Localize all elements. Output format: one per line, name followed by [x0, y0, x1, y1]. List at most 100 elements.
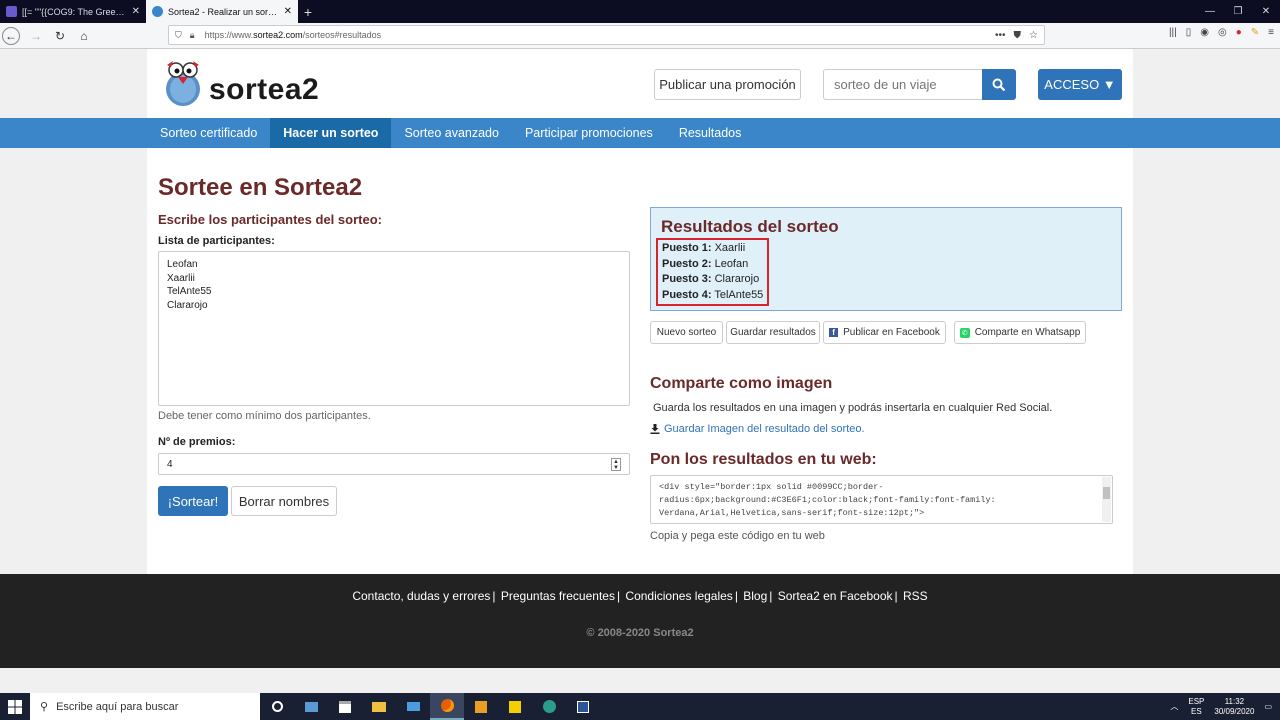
compartir-whatsapp-button[interactable]: ✆ Comparte en Whatsapp	[954, 321, 1086, 344]
tab-close-icon[interactable]: ✕	[284, 6, 292, 17]
participants-hint: Debe tener como mínimo dos participantes…	[158, 410, 371, 422]
library-icon[interactable]: |||	[1169, 27, 1177, 38]
account-icon[interactable]: ◉	[1200, 27, 1209, 38]
extension2-icon[interactable]: ✎	[1251, 27, 1259, 38]
browser-tab-1[interactable]: [[= ""{{COG9: The Green Card F ✕	[0, 0, 146, 23]
taskbar-search-placeholder: Escribe aquí para buscar	[56, 700, 179, 713]
cortana-icon[interactable]	[260, 693, 294, 720]
result-item: Puesto 4: TelAnte55	[662, 288, 764, 301]
edge-icon[interactable]	[532, 693, 566, 720]
os-taskbar: ⚲ Escribe aquí para buscar ︿ ESP ES 11:32…	[0, 693, 1280, 720]
shield-icon[interactable]: ⛉	[175, 30, 182, 41]
toolbar-icons: ||| ▯ ◉ ◎ ● ✎ ≡	[1169, 27, 1274, 38]
guardar-resultados-button[interactable]: Guardar resultados	[726, 321, 820, 344]
lock-icon[interactable]: 🔒︎	[190, 30, 195, 41]
reload-icon[interactable]: ↻	[48, 29, 72, 43]
site-footer: Contacto, dudas y errores | Preguntas fre…	[0, 574, 1280, 668]
acceso-button[interactable]: ACCESO ▼	[1038, 69, 1122, 100]
search-input[interactable]	[823, 69, 982, 100]
forward-icon[interactable]: →	[24, 29, 48, 43]
publicar-facebook-label: Publicar en Facebook	[843, 327, 940, 338]
facebook-icon: f	[829, 328, 839, 337]
nuevo-sorteo-button[interactable]: Nuevo sorteo	[650, 321, 723, 344]
nav-participar-promociones[interactable]: Participar promociones	[512, 118, 666, 148]
tab-close-icon[interactable]: ✕	[132, 6, 140, 17]
main-nav: Sorteo certificado Hacer un sorteo Sorte…	[0, 118, 1280, 148]
share-image-text: Guarda los resultados en una imagen y po…	[653, 402, 1053, 414]
result-item: Puesto 1: Xaarlii	[662, 242, 746, 254]
language-indicator[interactable]: ESP ES	[1188, 697, 1204, 717]
adblock-icon[interactable]: ●	[1236, 27, 1242, 38]
pocket-icon[interactable]: ⛊	[1014, 30, 1022, 41]
footer-link-contacto[interactable]: Contacto, dudas y errores	[352, 589, 490, 603]
extension-icon[interactable]: ◎	[1218, 27, 1227, 38]
results-title: Resultados del sorteo	[661, 217, 839, 236]
footer-link-blog[interactable]: Blog	[743, 589, 767, 603]
tab-favicon-icon	[6, 6, 17, 17]
maximize-icon[interactable]: ❐	[1224, 0, 1252, 23]
audio-app-icon[interactable]	[498, 693, 532, 720]
premios-label: Nº de premios:	[158, 436, 236, 448]
close-window-icon[interactable]: ✕	[1252, 0, 1280, 23]
nav-sorteo-certificado[interactable]: Sorteo certificado	[147, 118, 270, 148]
sidebar-icon[interactable]: ▯	[1186, 27, 1192, 38]
tab-favicon-icon	[152, 6, 163, 17]
nav-hacer-un-sorteo[interactable]: Hacer un sorteo	[270, 118, 392, 148]
footer-link-preguntas[interactable]: Preguntas frecuentes	[501, 589, 615, 603]
logo-bird-icon	[159, 57, 207, 107]
footer-links: Contacto, dudas y errores | Preguntas fre…	[352, 589, 928, 603]
store-icon[interactable]	[328, 693, 362, 720]
url-bar[interactable]: ⛉ 🔒︎ https://www.sortea2.com/sorteos#res…	[168, 25, 1045, 45]
home-icon[interactable]: ⌂	[72, 29, 96, 43]
clock[interactable]: 11:32 30/09/2020	[1214, 697, 1254, 717]
nav-resultados[interactable]: Resultados	[666, 118, 755, 148]
windows-start-icon[interactable]	[0, 693, 30, 720]
publish-promotion-button[interactable]: Publicar una promoción	[654, 69, 801, 100]
participants-textarea[interactable]: Leofan Xaarlii TelAnte55 Clararojo	[158, 251, 630, 406]
firefox-icon[interactable]	[430, 693, 464, 720]
embed-code-textarea[interactable]: <div style="border:1px solid #0099CC;bor…	[650, 475, 1113, 524]
word-icon[interactable]	[566, 693, 600, 720]
code-scrollbar[interactable]	[1102, 477, 1111, 522]
search-button[interactable]	[982, 69, 1016, 100]
file-explorer-icon[interactable]	[362, 693, 396, 720]
tab-label: Sortea2 - Realizar un sorteo	[168, 6, 279, 17]
system-tray: ︿ ESP ES 11:32 30/09/2020 ▭	[1170, 697, 1280, 717]
download-image-link[interactable]: Guardar Imagen del resultado del sorteo.	[650, 423, 865, 435]
media-app-icon[interactable]	[464, 693, 498, 720]
publicar-facebook-button[interactable]: f Publicar en Facebook	[823, 321, 946, 344]
more-icon[interactable]: •••	[995, 30, 1006, 41]
search-icon	[992, 78, 1006, 91]
premios-input[interactable]: 4 ▲ ▼	[158, 453, 630, 475]
form-subtitle: Escribe los participantes del sorteo:	[158, 212, 382, 227]
results-panel: Resultados del sorteo Puesto 1: Xaarlii …	[650, 207, 1122, 311]
back-icon[interactable]: ←	[2, 26, 20, 45]
notification-icon[interactable]: ▭	[1264, 702, 1272, 711]
number-spinner-icon[interactable]: ▲ ▼	[611, 458, 621, 471]
embed-code: <div style="border:1px solid #0099CC;bor…	[659, 482, 996, 518]
browser-navbar: ← → ↻ ⌂ ⛉ 🔒︎ https://www.sortea2.com/sor…	[0, 23, 1280, 49]
menu-icon[interactable]: ≡	[1268, 27, 1274, 38]
share-image-title: Comparte como imagen	[650, 375, 833, 392]
browser-tabbar: [[= ""{{COG9: The Green Card F ✕ Sortea2…	[0, 0, 1280, 23]
copyright: © 2008-2020 Sortea2	[586, 627, 694, 639]
footer-link-rss[interactable]: RSS	[903, 589, 928, 603]
footer-link-facebook[interactable]: Sortea2 en Facebook	[778, 589, 893, 603]
embed-hint: Copia y pega este código en tu web	[650, 530, 825, 542]
download-icon	[650, 424, 660, 434]
minimize-icon[interactable]: —	[1196, 0, 1224, 23]
site-logo[interactable]: sortea2	[159, 57, 319, 107]
task-view-icon[interactable]	[294, 693, 328, 720]
url-text: https://www.sortea2.com/sorteos#resultad…	[204, 30, 382, 40]
footer-link-condiciones[interactable]: Condiciones legales	[625, 589, 732, 603]
taskbar-search-input[interactable]: ⚲ Escribe aquí para buscar	[30, 693, 260, 720]
new-tab-button[interactable]: +	[298, 0, 318, 23]
nav-sorteo-avanzado[interactable]: Sorteo avanzado	[391, 118, 512, 148]
borrar-nombres-button[interactable]: Borrar nombres	[231, 486, 337, 516]
sortear-button[interactable]: ¡Sortear!	[158, 486, 228, 516]
tray-chevron-icon[interactable]: ︿	[1170, 701, 1178, 712]
mail-icon[interactable]	[396, 693, 430, 720]
whatsapp-icon: ✆	[959, 327, 970, 338]
bookmark-star-icon[interactable]: ☆	[1029, 30, 1038, 41]
browser-tab-2[interactable]: Sortea2 - Realizar un sorteo ✕	[146, 0, 298, 23]
